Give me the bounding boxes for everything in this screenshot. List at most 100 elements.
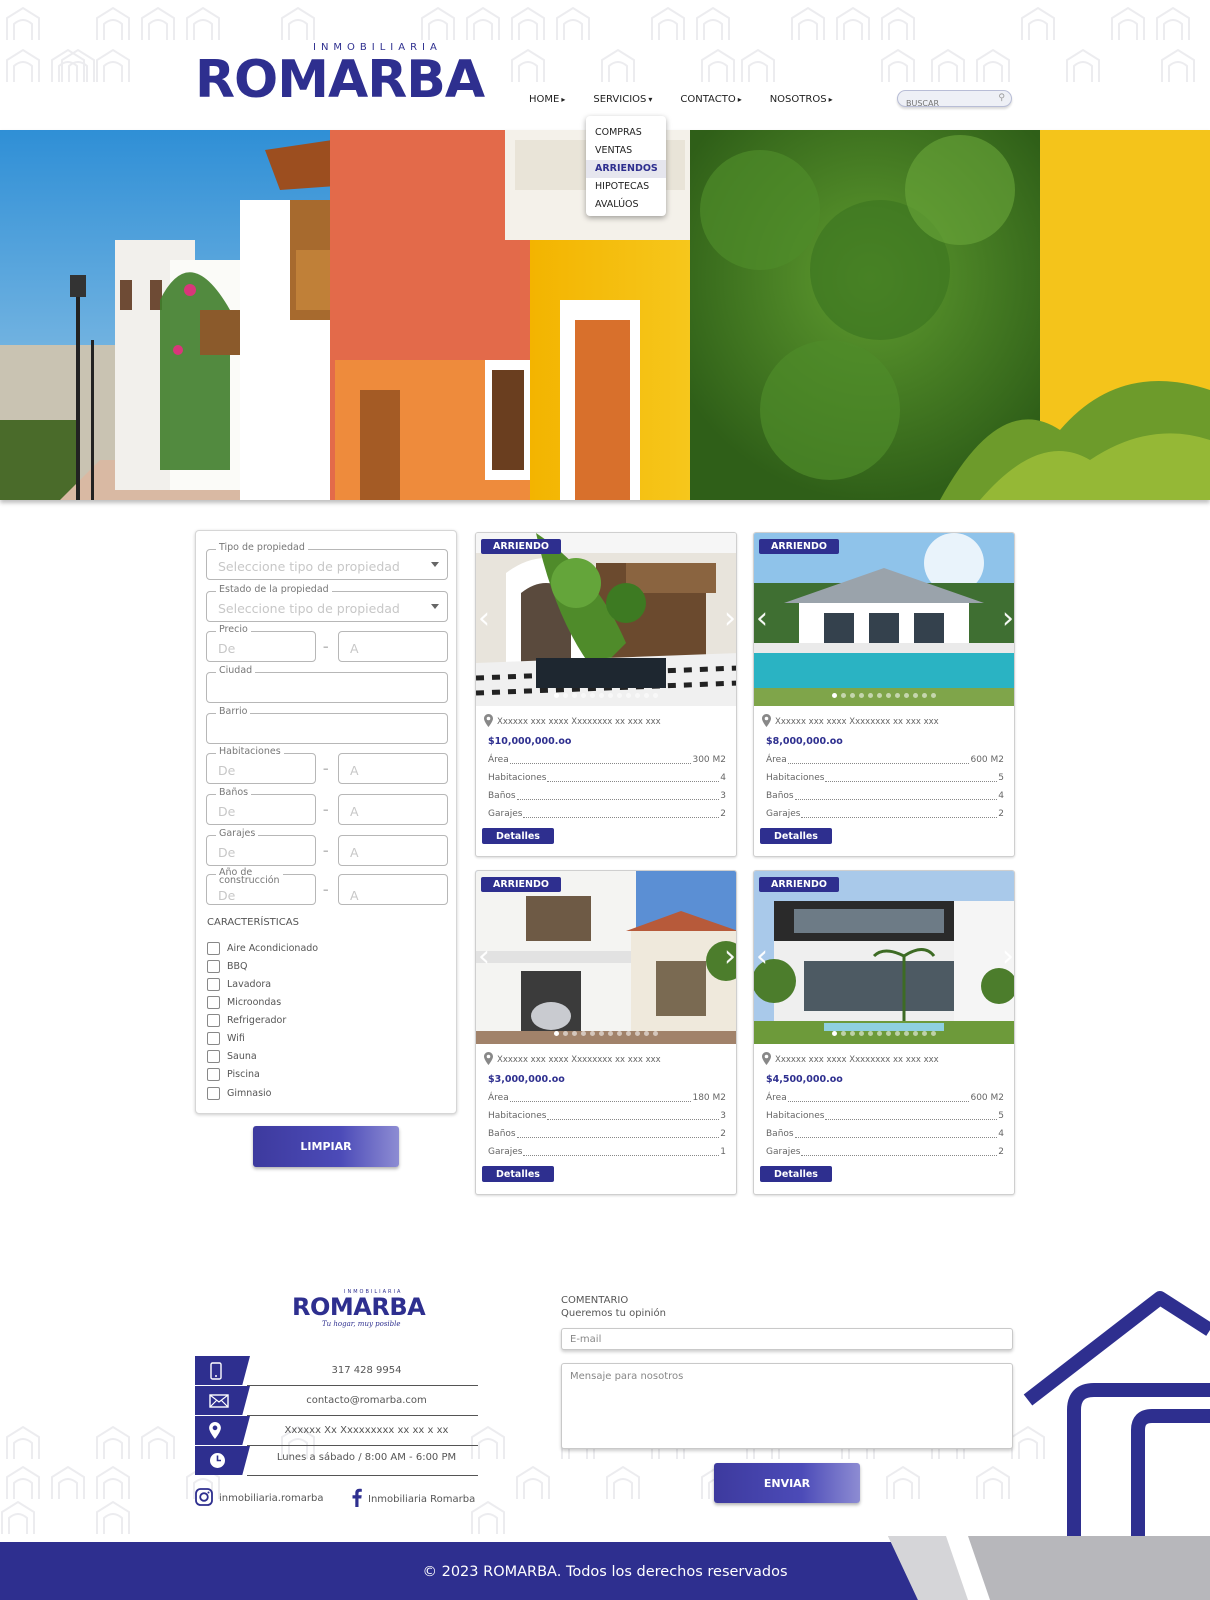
garages-to-input[interactable]: A — [338, 835, 448, 866]
carousel-dot[interactable] — [581, 1031, 586, 1036]
carousel-dot[interactable] — [877, 1031, 882, 1036]
checkbox-box[interactable] — [207, 1068, 220, 1081]
checkbox-box[interactable] — [207, 978, 220, 991]
carousel-dot[interactable] — [608, 1031, 613, 1036]
checkbox-wifi[interactable]: Wifi — [207, 1032, 245, 1045]
carousel-dot[interactable] — [868, 693, 873, 698]
menu-item-ventas[interactable]: VENTAS — [586, 142, 666, 160]
carousel-dot[interactable] — [554, 693, 559, 698]
nav-item-contacto[interactable]: CONTACTO ▸ — [680, 91, 741, 107]
year-to-input[interactable]: A — [338, 874, 448, 905]
carousel-dot[interactable] — [626, 1031, 631, 1036]
carousel-dot[interactable] — [913, 1031, 918, 1036]
carousel-dot[interactable] — [644, 693, 649, 698]
menu-item-avaluos[interactable]: AVALÚOS — [586, 196, 666, 214]
carousel-dot[interactable] — [635, 693, 640, 698]
carousel-dot[interactable] — [850, 693, 855, 698]
menu-item-hipotecas[interactable]: HIPOTECAS — [586, 178, 666, 196]
carousel-dot[interactable] — [635, 1031, 640, 1036]
carousel-dot[interactable] — [572, 693, 577, 698]
footer-logo[interactable]: INMOBILIARIA ROMARBA Tu hogar, muy posib… — [292, 1289, 426, 1329]
checkbox-box[interactable] — [207, 1032, 220, 1045]
carousel-dot[interactable] — [832, 1031, 837, 1036]
chevron-right-icon[interactable]: › — [1002, 604, 1014, 634]
carousel-dot[interactable] — [599, 1031, 604, 1036]
carousel-dot[interactable] — [832, 693, 837, 698]
year-from-input[interactable]: Año de construcción De — [206, 868, 316, 905]
chevron-right-icon[interactable]: › — [724, 942, 736, 972]
checkbox-sauna[interactable]: Sauna — [207, 1050, 257, 1063]
message-textarea[interactable]: Mensaje para nosotros — [561, 1363, 1013, 1449]
details-button[interactable]: Detalles — [482, 828, 554, 844]
details-button[interactable]: Detalles — [760, 1166, 832, 1182]
city-input[interactable]: Ciudad — [206, 665, 448, 703]
checkbox-bbq[interactable]: BBQ — [207, 960, 248, 973]
email-field[interactable]: E-mail — [561, 1328, 1013, 1350]
carousel-dot[interactable] — [868, 1031, 873, 1036]
carousel-dot[interactable] — [931, 1031, 936, 1036]
search-icon[interactable]: ⚲ — [998, 93, 1005, 103]
menu-item-arriendos[interactable]: ARRIENDOS — [586, 160, 666, 178]
carousel-dot[interactable] — [617, 1031, 622, 1036]
menu-item-compras[interactable]: COMPRAS — [586, 124, 666, 142]
checkbox-box[interactable] — [207, 996, 220, 1009]
carousel-dot[interactable] — [913, 693, 918, 698]
carousel-dot[interactable] — [904, 1031, 909, 1036]
checkbox-box[interactable] — [207, 1050, 220, 1063]
checkbox-lavadora[interactable]: Lavadora — [207, 978, 271, 991]
carousel-dot[interactable] — [841, 693, 846, 698]
nav-item-servicios[interactable]: SERVICIOS ▾ — [593, 91, 652, 107]
nav-item-nosotros[interactable]: NOSOTROS ▸ — [770, 91, 833, 107]
garages-from-input[interactable]: Garajes De — [206, 828, 316, 866]
instagram-link[interactable]: inmobiliaria.romarba — [195, 1488, 323, 1509]
checkbox-box[interactable] — [207, 960, 220, 973]
property-type-select[interactable]: Tipo de propiedad Seleccione tipo de pro… — [206, 542, 448, 580]
checkbox-gimnasio[interactable]: Gimnasio — [207, 1087, 272, 1100]
rooms-to-input[interactable]: A — [338, 753, 448, 784]
facebook-link[interactable]: Inmobiliaria Romarba — [352, 1488, 475, 1510]
neighborhood-input[interactable]: Barrio — [206, 706, 448, 744]
carousel-dot[interactable] — [563, 1031, 568, 1036]
details-button[interactable]: Detalles — [760, 828, 832, 844]
details-button[interactable]: Detalles — [482, 1166, 554, 1182]
carousel-dot[interactable] — [599, 693, 604, 698]
carousel-dot[interactable] — [608, 693, 613, 698]
carousel-dot[interactable] — [931, 693, 936, 698]
brand-logo[interactable]: INMOBILIARIA ROMARBA — [195, 42, 485, 108]
chevron-left-icon[interactable]: ‹ — [478, 942, 490, 972]
carousel-dot[interactable] — [563, 693, 568, 698]
carousel-dot[interactable] — [895, 693, 900, 698]
carousel-dot[interactable] — [626, 693, 631, 698]
send-button[interactable]: ENVIAR — [714, 1463, 860, 1503]
carousel-dot[interactable] — [554, 1031, 559, 1036]
carousel-dot[interactable] — [572, 1031, 577, 1036]
carousel-dot[interactable] — [841, 1031, 846, 1036]
price-to-input[interactable]: A — [338, 631, 448, 662]
checkbox-refrigerador[interactable]: Refrigerador — [207, 1014, 286, 1027]
carousel-dot[interactable] — [644, 1031, 649, 1036]
carousel-dot[interactable] — [886, 693, 891, 698]
baths-to-input[interactable]: A — [338, 794, 448, 825]
checkbox-box[interactable] — [207, 1014, 220, 1027]
carousel-dot[interactable] — [886, 1031, 891, 1036]
chevron-left-icon[interactable]: ‹ — [756, 942, 768, 972]
carousel-dot[interactable] — [590, 1031, 595, 1036]
checkbox-box[interactable] — [207, 942, 220, 955]
carousel-dot[interactable] — [904, 693, 909, 698]
contact-text[interactable]: contacto@romarba.com — [255, 1395, 478, 1406]
checkbox-aire-acondicionado[interactable]: Aire Acondicionado — [207, 942, 318, 955]
nav-item-home[interactable]: HOME ▸ — [529, 91, 565, 107]
carousel-dot[interactable] — [653, 1031, 658, 1036]
chevron-left-icon[interactable]: ‹ — [756, 604, 768, 634]
carousel-dot[interactable] — [922, 693, 927, 698]
price-from-input[interactable]: Precio De — [206, 624, 316, 662]
clear-filters-button[interactable]: LIMPIAR — [253, 1126, 399, 1167]
chevron-right-icon[interactable]: › — [724, 604, 736, 634]
baths-from-input[interactable]: Baños De — [206, 787, 316, 825]
carousel-dot[interactable] — [850, 1031, 855, 1036]
carousel-dot[interactable] — [922, 1031, 927, 1036]
property-status-select[interactable]: Estado de la propiedad Seleccione tipo d… — [206, 584, 448, 622]
carousel-dot[interactable] — [895, 1031, 900, 1036]
checkbox-microondas[interactable]: Microondas — [207, 996, 281, 1009]
carousel-dot[interactable] — [859, 693, 864, 698]
